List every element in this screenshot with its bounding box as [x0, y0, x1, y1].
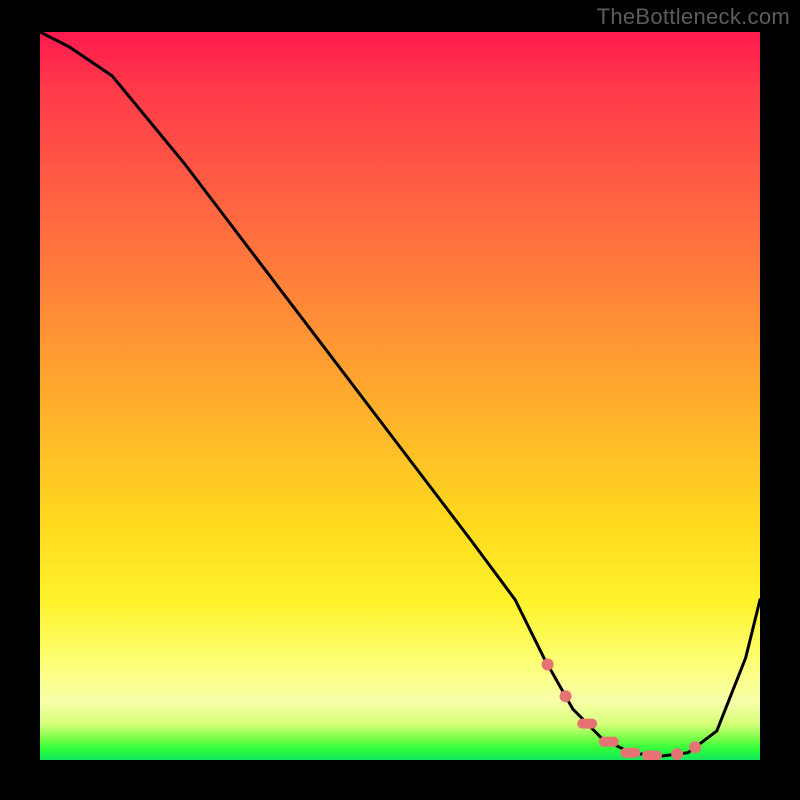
curve-markers	[542, 659, 702, 761]
curve-dot	[689, 741, 701, 753]
curve-dot	[542, 659, 554, 671]
curve-dash	[599, 737, 619, 747]
chart-container: TheBottleneck.com	[0, 0, 800, 800]
curve-dash	[577, 719, 597, 729]
watermark-text: TheBottleneck.com	[597, 4, 790, 30]
curve-dot	[560, 690, 572, 702]
bottleneck-curve	[40, 32, 760, 756]
curve-dash	[620, 748, 640, 758]
curve-layer	[40, 32, 760, 760]
plot-area	[40, 32, 760, 760]
curve-dot	[671, 748, 683, 760]
curve-dash	[642, 751, 662, 761]
